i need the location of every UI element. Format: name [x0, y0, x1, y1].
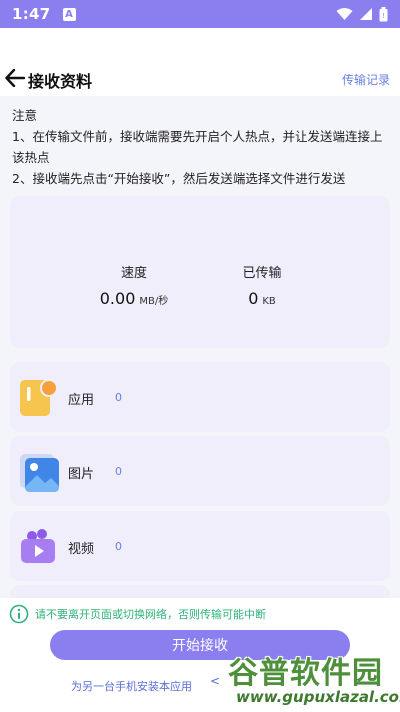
file-type-count: 0	[115, 465, 122, 478]
notice-block: 注意 1、在传输文件前，接收端需要先开启个人热点，并让发送端连接上该热点 2、接…	[12, 105, 392, 189]
app-icon	[20, 379, 58, 416]
back-arrow-icon[interactable]	[4, 66, 26, 90]
file-type-count: 0	[115, 540, 122, 553]
file-type-count: 0	[115, 391, 122, 404]
info-icon	[9, 604, 29, 624]
svg-text:!: !	[382, 12, 385, 20]
warning-banner: 请不要离开页面或切换网络，否则传输可能中断	[9, 604, 266, 624]
app-bar: 接收资料 传输记录	[0, 62, 400, 96]
battery-icon: !	[379, 6, 388, 21]
speed-label: 速度	[120, 266, 147, 281]
watermark-url: www.gupuxlazal.com	[236, 688, 400, 706]
transferred-label: 已传输	[242, 266, 282, 281]
file-type-label: 图片	[68, 467, 95, 482]
warning-text: 请不要离开页面或切换网络，否则传输可能中断	[35, 608, 266, 621]
install-app-link[interactable]: 为另一台手机安装本应用	[71, 678, 192, 694]
transferred-stat: 已传输 0 KB	[202, 262, 322, 308]
notification-icon: A	[62, 7, 76, 21]
file-type-label: 视频	[68, 542, 95, 557]
notice-line-2: 2、接收端先点击“开始接收”，然后发送端选择文件进行发送	[12, 171, 346, 186]
notice-line-1: 1、在传输文件前，接收端需要先开启个人热点，并让发送端连接上该热点	[12, 129, 383, 165]
history-link[interactable]: 传输记录	[342, 71, 390, 88]
file-type-video[interactable]: 视频 0	[10, 511, 390, 581]
status-icons: !	[336, 6, 388, 22]
watermark-logo: 谷普软件园 www.gupuxlazal.com	[222, 648, 400, 710]
notice-title: 注意	[12, 108, 38, 123]
watermark-text: 谷普软件园	[228, 656, 383, 691]
signal-icon	[360, 8, 372, 20]
file-type-image[interactable]: 图片 0	[10, 436, 390, 506]
speed-unit: MB/秒	[139, 296, 169, 307]
file-type-app[interactable]: 应用 0	[10, 362, 390, 432]
transfer-stats-card: 速度 0.00 MB/秒 已传输 0 KB	[10, 196, 390, 348]
file-type-label: 应用	[68, 393, 95, 408]
wifi-icon	[336, 8, 353, 20]
status-time: 1:47	[12, 5, 51, 23]
status-bar: 1:47 A !	[0, 0, 400, 28]
transferred-unit: KB	[262, 296, 276, 307]
install-arrow: <	[210, 674, 221, 688]
video-icon	[21, 529, 55, 563]
image-icon	[20, 454, 59, 492]
transferred-value: 0	[248, 289, 259, 308]
page-title: 接收资料	[28, 72, 93, 91]
speed-value: 0.00	[99, 289, 136, 308]
speed-stat: 速度 0.00 MB/秒	[74, 262, 194, 308]
